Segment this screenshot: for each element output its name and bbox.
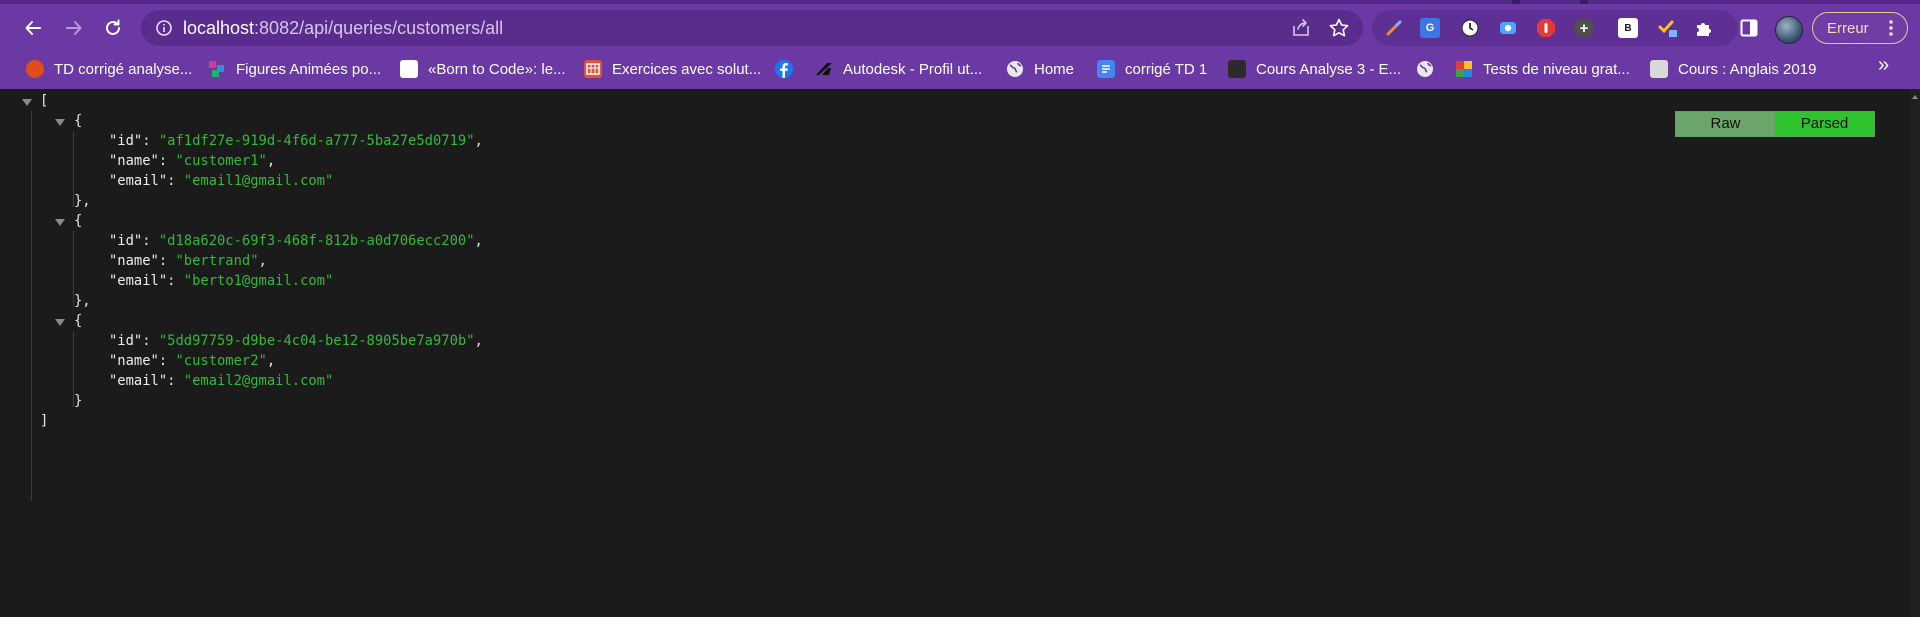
back-arrow-icon (25, 21, 41, 35)
view-toggle: Raw Parsed (1675, 111, 1875, 137)
bookmark-cours-analyse[interactable]: Cours Analyse 3 - E... (1228, 56, 1401, 82)
customer-email-value: "email1@gmail.com" (183, 173, 334, 189)
stop-hand-icon[interactable] (1536, 18, 1556, 38)
customer-name-value: "bertrand" (175, 253, 259, 269)
exo-favicon-icon (1228, 60, 1246, 78)
customer-id-value: "d18a620c-69f3-468f-812b-a0d706ecc200" (158, 233, 475, 249)
json-entry-id: "id": "af1df27e-919d-4f6d-a777-5ba27e5d0… (109, 133, 483, 149)
open-brace: { (74, 213, 83, 229)
json-entry-name: "name": "bertrand", (109, 253, 267, 269)
raw-view-button[interactable]: Raw (1676, 112, 1775, 136)
json-viewer-page: Raw Parsed [ { "id": "af1df27e-919d-4f6d… (0, 89, 1910, 617)
globe-icon (1006, 60, 1024, 78)
address-bar[interactable]: localhost:8082/api/queries/customers/all (141, 10, 1363, 46)
google-translate-icon[interactable]: G (1420, 18, 1440, 38)
customer-id-value: "af1df27e-919d-4f6d-a777-5ba27e5d0719" (158, 133, 475, 149)
check-edit-icon[interactable] (1658, 18, 1678, 38)
extensions-area: G + B (1372, 10, 1738, 46)
indent-guide (31, 111, 32, 501)
reload-button[interactable] (97, 12, 129, 44)
json-entry-email: "email": "email1@gmail.com" (109, 173, 334, 189)
side-panel-icon[interactable] (1740, 19, 1758, 37)
exercices-favicon-icon (584, 60, 602, 78)
bookmark-exercices[interactable]: Exercices avec solut... (584, 56, 761, 82)
close-bracket: ] (40, 413, 49, 429)
scroll-up-arrow-icon[interactable] (1912, 95, 1918, 99)
more-menu-icon[interactable] (1889, 19, 1893, 37)
bookmark-autodesk[interactable]: Autodesk - Profil ut... (815, 56, 982, 82)
customer-name-value: "customer1" (175, 153, 267, 169)
json-entry-name: "name": "customer1", (109, 153, 276, 169)
color-picker-icon[interactable] (1384, 18, 1404, 38)
td-favicon-icon (26, 60, 44, 78)
figures-favicon-icon (208, 60, 226, 78)
bookmark-born-to-code[interactable]: «Born to Code»: le... (400, 56, 566, 82)
url-host: localhost (183, 18, 255, 38)
collapse-array-toggle-icon[interactable] (22, 99, 32, 106)
json-entry-id: "id": "5dd97759-d9be-4c04-be12-8905be7a9… (109, 333, 483, 349)
globe-icon (1416, 60, 1434, 78)
bookmark-home[interactable]: Home (1006, 56, 1074, 82)
open-bracket: [ (40, 93, 49, 109)
facebook-icon (775, 60, 793, 78)
url-path: :8082/api/queries/customers/all (254, 18, 504, 38)
customer-name-value: "customer2" (175, 353, 267, 369)
clock-icon[interactable] (1460, 18, 1480, 38)
close-brace: }, (74, 193, 91, 209)
bookmark-cours-anglais[interactable]: Cours : Anglais 2019 (1650, 56, 1816, 82)
collapse-object-toggle-icon[interactable] (55, 319, 65, 326)
collapse-object-toggle-icon[interactable] (55, 119, 65, 126)
close-brace: }, (74, 293, 91, 309)
bookmark-td-corrige[interactable]: TD corrigé analyse... (26, 56, 192, 82)
toolbar: localhost:8082/api/queries/customers/all… (0, 4, 1920, 50)
url-text[interactable]: localhost:8082/api/queries/customers/all (183, 18, 503, 39)
autodesk-icon (815, 60, 833, 78)
add-extension-icon[interactable]: + (1574, 18, 1594, 38)
reload-icon (106, 19, 120, 35)
profile-error-button[interactable]: Erreur (1812, 12, 1908, 44)
bookmark-star-icon[interactable] (1328, 17, 1350, 39)
open-brace: { (74, 113, 83, 129)
profile-error-label: Erreur (1827, 20, 1869, 37)
bookmark-figures-animees[interactable]: Figures Animées po... (208, 56, 381, 82)
info-icon[interactable] (155, 19, 173, 37)
bookmark-tests-niveau[interactable]: Tests de niveau grat... (1455, 56, 1630, 82)
bookmark-corrige-td1[interactable]: corrigé TD 1 (1097, 56, 1207, 82)
share-icon[interactable] (1291, 18, 1311, 38)
customer-email-value: "email2@gmail.com" (183, 373, 334, 389)
customer-id-value: "5dd97759-d9be-4c04-be12-8905be7a970b" (158, 333, 475, 349)
collapse-object-toggle-icon[interactable] (55, 219, 65, 226)
born-to-code-favicon-icon (400, 60, 418, 78)
open-brace: { (74, 313, 83, 329)
b-extension-icon[interactable]: B (1618, 18, 1638, 38)
bookmarks-bar: TD corrigé analyse... Figures Animées po… (0, 52, 1920, 85)
parsed-view-button[interactable]: Parsed (1775, 112, 1874, 136)
screen-capture-icon[interactable] (1498, 18, 1518, 38)
forward-button[interactable] (58, 12, 90, 44)
vertical-scrollbar[interactable] (1910, 89, 1920, 617)
anglais-favicon-icon (1650, 60, 1668, 78)
tests-favicon-icon (1455, 60, 1473, 78)
forward-arrow-icon (66, 21, 82, 35)
browser-chrome: localhost:8082/api/queries/customers/all… (0, 0, 1920, 89)
bookmark-globe[interactable] (1416, 56, 1434, 82)
json-entry-email: "email": "berto1@gmail.com" (109, 273, 334, 289)
json-entry-email: "email": "email2@gmail.com" (109, 373, 334, 389)
bookmarks-overflow-chevron-icon[interactable]: » (1878, 54, 1889, 77)
profile-avatar[interactable] (1775, 16, 1803, 44)
customer-email-value: "berto1@gmail.com" (183, 273, 334, 289)
puzzle-icon[interactable] (1694, 18, 1714, 38)
google-docs-icon (1097, 60, 1115, 78)
close-brace: } (74, 393, 83, 409)
json-entry-id: "id": "d18a620c-69f3-468f-812b-a0d706ecc… (109, 233, 483, 249)
back-button[interactable] (17, 12, 49, 44)
bookmark-facebook[interactable] (775, 56, 793, 82)
json-entry-name: "name": "customer2", (109, 353, 276, 369)
